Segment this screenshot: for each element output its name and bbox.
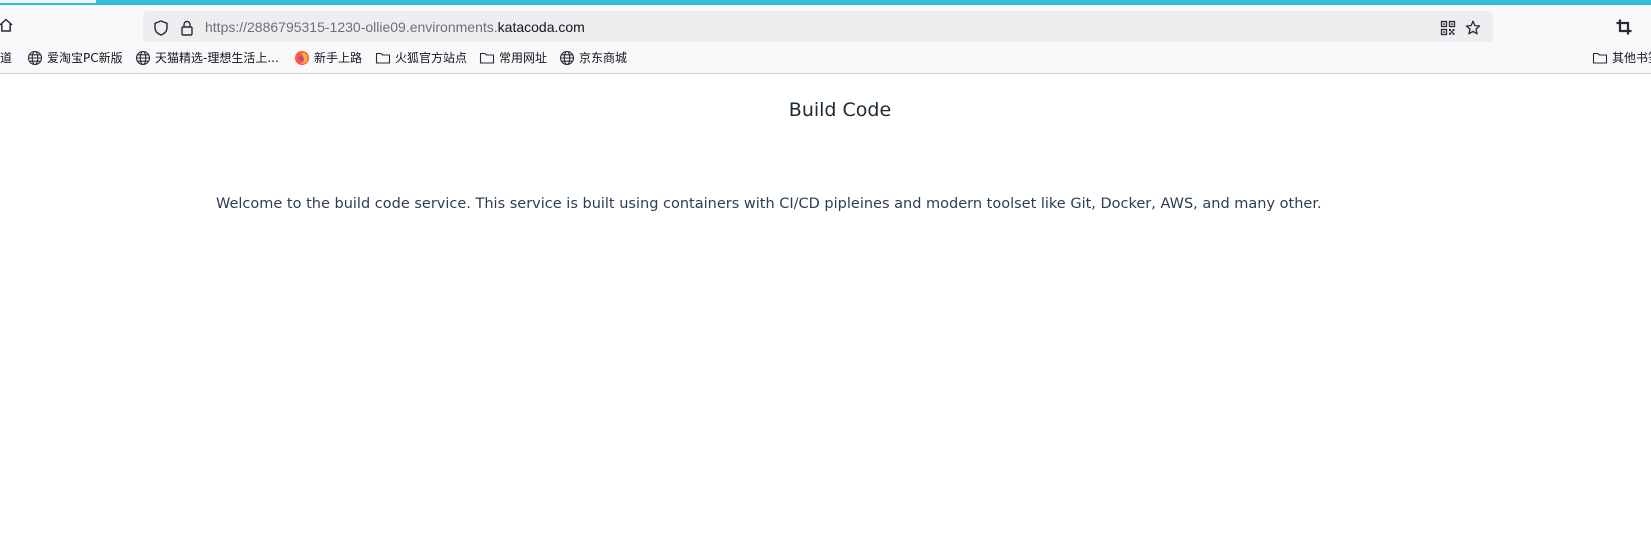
bookmark-item[interactable]: 火狐官方站点 [375, 49, 467, 67]
url-host: katacoda.com [497, 19, 585, 35]
bookmark-label: 京东商城 [579, 51, 628, 65]
bookmark-label: 爱淘宝PC新版 [47, 51, 123, 65]
bookmark-label: 新手上路 [314, 51, 363, 65]
qr-code-icon[interactable] [1439, 19, 1457, 37]
intro-paragraph: Welcome to the build code service. This … [216, 196, 1322, 212]
globe-icon [27, 50, 43, 66]
bookmark-label: 天猫精选-理想生活上... [155, 51, 279, 65]
globe-icon [559, 50, 575, 66]
screenshot-crop-icon[interactable] [1615, 18, 1633, 36]
firefox-icon [295, 51, 309, 65]
lock-icon[interactable] [178, 19, 196, 37]
bookmark-item[interactable]: 天猫精选-理想生活上... [135, 49, 279, 67]
address-bar[interactable]: https://2886795315-1230-ollie09.environm… [143, 11, 1493, 44]
url-prefix: https://2886795315-1230-ollie09.environm… [205, 19, 498, 35]
home-icon[interactable] [0, 16, 15, 34]
bookmark-label: 其他书签 [1612, 51, 1651, 65]
page-title: Build Code [788, 99, 892, 121]
folder-icon [375, 52, 391, 64]
bookmark-item-other[interactable]: 其他书签 [1592, 49, 1651, 67]
bookmark-item[interactable]: 道 [0, 49, 12, 67]
bookmarks-toolbar: 道 爱淘宝PC新版 天猫精选-理想生活上... 新手上路 火狐官方站点 常用网址… [0, 42, 1651, 74]
shield-icon[interactable] [152, 19, 170, 37]
bookmark-label: 火狐官方站点 [395, 51, 468, 65]
bookmark-item[interactable]: 京东商城 [559, 49, 627, 67]
bookmark-item[interactable]: 爱淘宝PC新版 [27, 49, 123, 67]
folder-icon [1592, 52, 1608, 64]
folder-icon [479, 52, 495, 64]
bookmark-star-icon[interactable] [1464, 19, 1482, 37]
active-tab-indicator[interactable] [0, 0, 96, 3]
bookmark-item[interactable]: 常用网址 [479, 49, 547, 67]
url-text[interactable]: https://2886795315-1230-ollie09.environm… [205, 18, 585, 36]
bookmark-label: 道 [0, 51, 13, 65]
globe-icon [135, 50, 151, 66]
bookmark-item[interactable]: 新手上路 [294, 49, 362, 67]
bookmark-label: 常用网址 [499, 51, 548, 65]
browser-toolbar: https://2886795315-1230-ollie09.environm… [0, 5, 1651, 44]
